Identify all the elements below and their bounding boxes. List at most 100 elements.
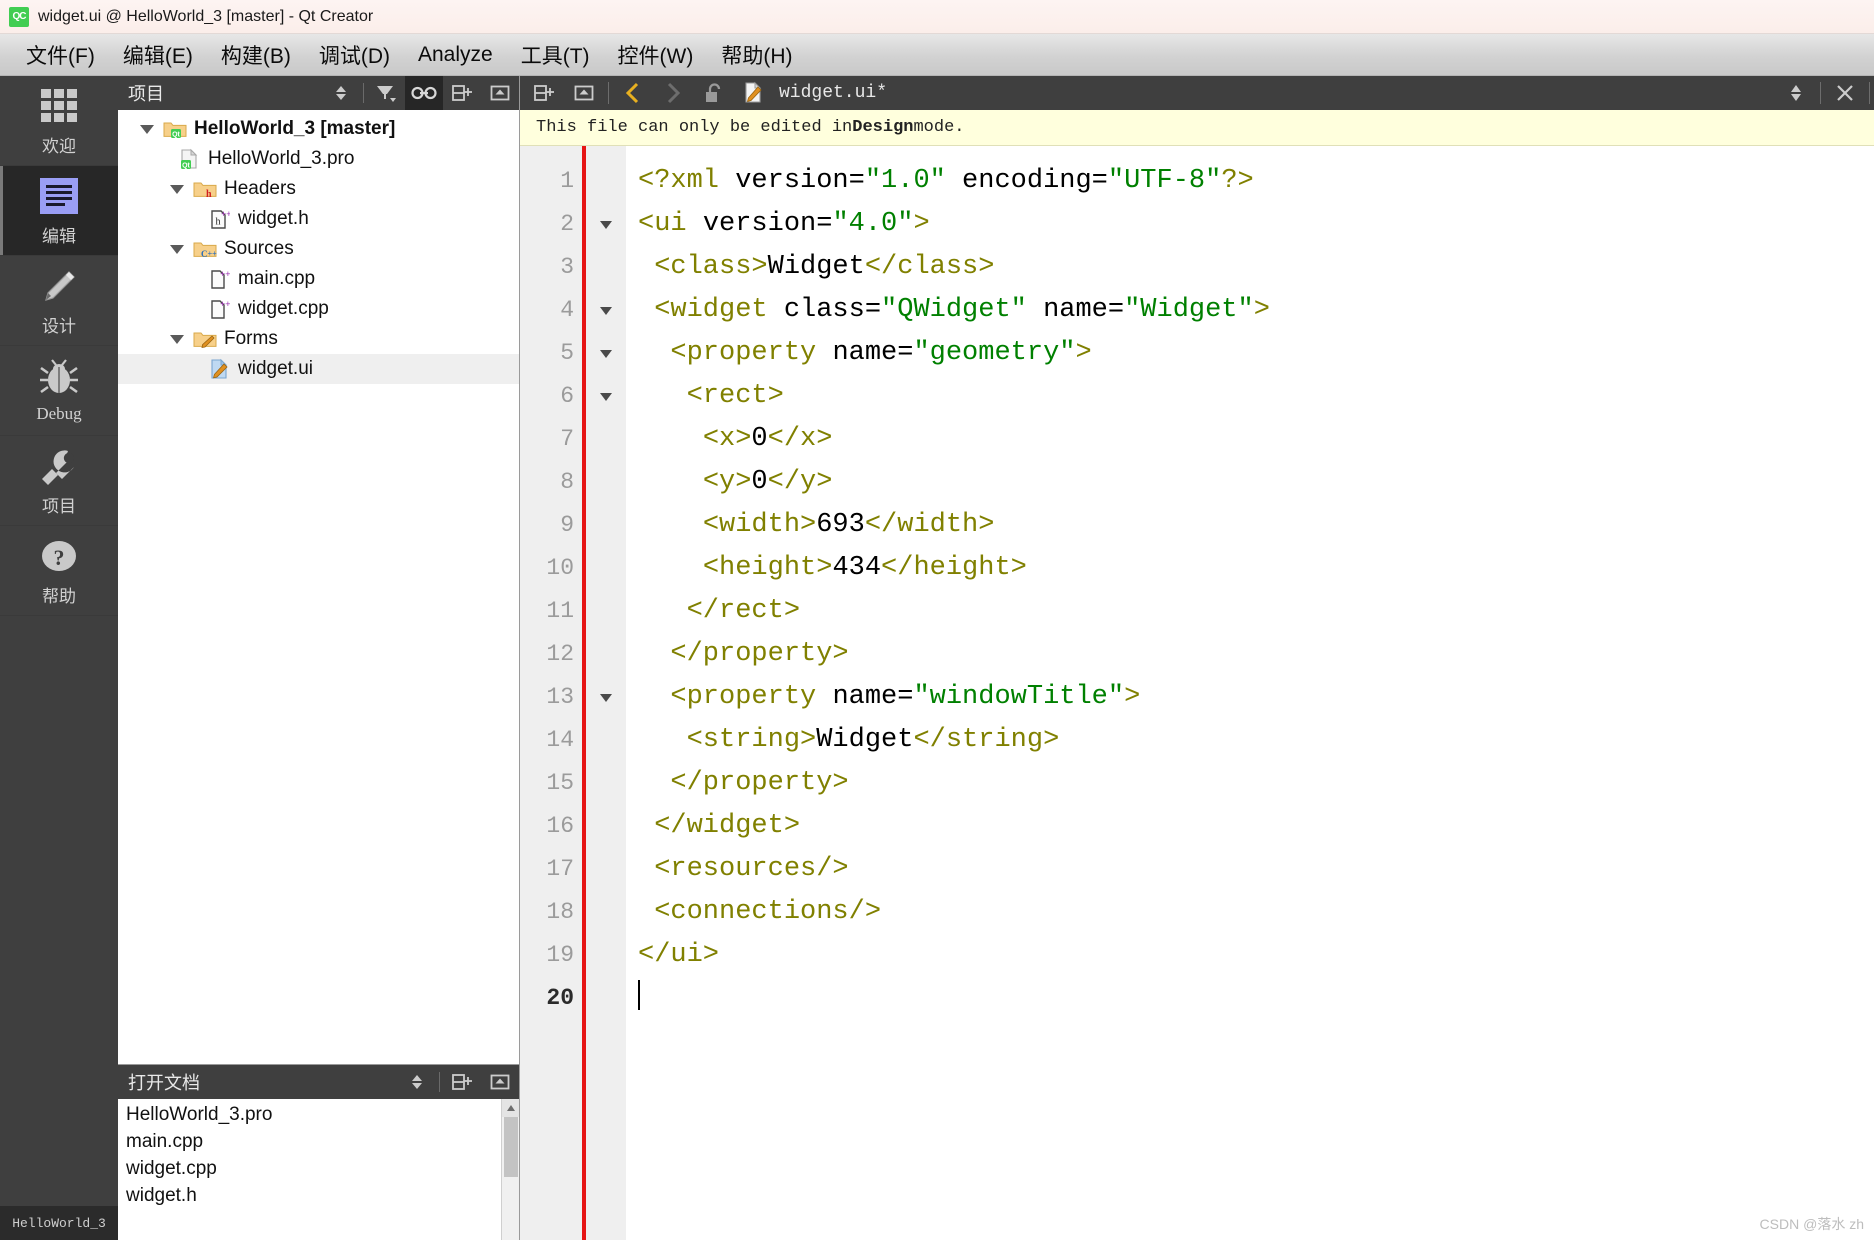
list-item[interactable]: widget.h bbox=[118, 1182, 519, 1209]
project-split-button[interactable] bbox=[443, 76, 481, 110]
h-file-icon: h ++ bbox=[206, 208, 232, 230]
line-number: 2 bbox=[560, 211, 574, 237]
list-item[interactable]: widget.cpp bbox=[118, 1155, 519, 1182]
toolbar-divider bbox=[1869, 82, 1870, 104]
open-documents-scrollbar[interactable] bbox=[501, 1099, 519, 1240]
mode-button-welcome[interactable]: 欢迎 bbox=[0, 76, 118, 166]
code-line: <class>Widget</class> bbox=[654, 252, 995, 282]
code-folding-column[interactable] bbox=[586, 146, 626, 1240]
menu-item-analyze[interactable]: Analyze bbox=[404, 40, 507, 70]
tree-item-widget-ui[interactable]: widget.ui bbox=[118, 354, 519, 384]
mode-label-edit: 编辑 bbox=[42, 226, 76, 246]
lock-toggle-button[interactable] bbox=[693, 76, 733, 110]
editor-tab-label[interactable]: widget.ui* bbox=[779, 83, 887, 103]
open-documents-sort-button[interactable] bbox=[398, 1065, 436, 1099]
fold-marker-icon[interactable] bbox=[586, 332, 626, 375]
mode-button-design[interactable]: 设计 bbox=[0, 256, 118, 346]
code-text-content[interactable]: <?xml version="1.0" encoding="UTF-8"?> <u… bbox=[626, 146, 1874, 1240]
qt-creator-logo-icon: QC bbox=[9, 6, 29, 27]
toolbar-divider bbox=[363, 83, 364, 103]
expand-caret-icon[interactable] bbox=[162, 334, 192, 344]
tree-item-widget-h[interactable]: h ++ widget.h bbox=[118, 204, 519, 234]
expand-caret-icon[interactable] bbox=[132, 124, 162, 134]
menu-item-edit[interactable]: 编辑(E) bbox=[109, 37, 207, 73]
main-content-area: 欢迎 编辑 设计 Debug 项目 ? 帮助 HelloWorld_3 项目 Q… bbox=[0, 76, 1874, 1240]
cpp-folder-icon: C ++ bbox=[192, 239, 218, 259]
open-documents-split-button[interactable] bbox=[443, 1065, 481, 1099]
mode-label-design: 设计 bbox=[42, 316, 76, 336]
fold-marker-icon[interactable] bbox=[586, 203, 626, 246]
svg-text:++: ++ bbox=[208, 249, 218, 258]
list-item[interactable]: HelloWorld_3.pro bbox=[118, 1101, 519, 1128]
code-editor[interactable]: 1 2 3 4 5 6 7 8 9 10 11 12 13 14 15 16 17 18 19 20 <?xml ve… bbox=[520, 146, 1874, 1240]
left-dock-panel: 项目 Qt HelloWorld_3 [master] Qt HelloWorl… bbox=[118, 76, 520, 1240]
chevron-right-icon bbox=[667, 82, 681, 104]
fold-marker-icon[interactable] bbox=[586, 375, 626, 418]
project-filter-button[interactable] bbox=[367, 76, 405, 110]
split-add-icon bbox=[452, 85, 472, 101]
editor-maximize-button[interactable] bbox=[564, 76, 604, 110]
tree-item-headers-folder[interactable]: h Headers bbox=[118, 174, 519, 204]
mode-button-edit[interactable]: 编辑 bbox=[0, 166, 118, 256]
close-document-button[interactable] bbox=[1825, 76, 1865, 110]
expand-caret-icon[interactable] bbox=[162, 244, 192, 254]
line-number: 17 bbox=[546, 856, 574, 882]
line-number: 15 bbox=[546, 770, 574, 796]
menu-item-build[interactable]: 构建(B) bbox=[207, 37, 305, 73]
fold-marker-icon[interactable] bbox=[586, 289, 626, 332]
project-view-dropdown-button[interactable] bbox=[322, 76, 360, 110]
fold-marker-icon[interactable] bbox=[586, 676, 626, 719]
menu-item-widgets[interactable]: 控件(W) bbox=[604, 37, 708, 73]
document-list-dropdown-button[interactable] bbox=[1776, 76, 1816, 110]
editor-area: widget.ui* This file can only be edited … bbox=[520, 76, 1874, 1240]
mode-button-projects[interactable]: 项目 bbox=[0, 436, 118, 526]
navigate-back-button[interactable] bbox=[613, 76, 653, 110]
code-line bbox=[638, 977, 1874, 1020]
project-maximize-button[interactable] bbox=[481, 76, 519, 110]
scroll-up-icon[interactable] bbox=[502, 1099, 519, 1117]
editor-info-bar: This file can only be edited in Design m… bbox=[520, 110, 1874, 146]
menu-item-file[interactable]: 文件(F) bbox=[12, 37, 109, 73]
line-number: 8 bbox=[560, 469, 574, 495]
pencil-icon bbox=[37, 265, 81, 307]
editor-split-button[interactable] bbox=[524, 76, 564, 110]
tree-item-main-cpp[interactable]: ++ main.cpp bbox=[118, 264, 519, 294]
tree-item-sources-folder[interactable]: C ++ Sources bbox=[118, 234, 519, 264]
fold-marker-empty bbox=[586, 160, 626, 203]
window-title-bar: QC widget.ui @ HelloWorld_3 [master] - Q… bbox=[0, 0, 1874, 34]
tree-item-forms-folder[interactable]: Forms bbox=[118, 324, 519, 354]
tree-item-pro-file[interactable]: Qt HelloWorld_3.pro bbox=[118, 144, 519, 174]
project-tree[interactable]: Qt HelloWorld_3 [master] Qt HelloWorld_3… bbox=[118, 110, 519, 1064]
menu-item-help[interactable]: 帮助(H) bbox=[707, 37, 806, 73]
up-down-arrows-icon bbox=[336, 86, 346, 100]
link-icon bbox=[411, 86, 437, 100]
open-documents-list[interactable]: HelloWorld_3.pro main.cpp widget.cpp wid… bbox=[118, 1099, 519, 1240]
ui-folder-icon bbox=[192, 329, 218, 349]
mode-button-help[interactable]: ? 帮助 bbox=[0, 526, 118, 616]
svg-text:Qt: Qt bbox=[182, 162, 190, 169]
navigate-forward-button[interactable] bbox=[653, 76, 693, 110]
scrollbar-thumb[interactable] bbox=[504, 1117, 518, 1177]
cpp-file-icon: ++ bbox=[206, 298, 232, 320]
tree-item-label: widget.cpp bbox=[238, 298, 329, 319]
open-documents-maximize-button[interactable] bbox=[481, 1065, 519, 1099]
line-number: 3 bbox=[560, 254, 574, 280]
list-item[interactable]: main.cpp bbox=[118, 1128, 519, 1155]
text-cursor bbox=[638, 980, 640, 1010]
active-project-label: HelloWorld_3 bbox=[0, 1206, 118, 1240]
info-bar-suffix: mode. bbox=[913, 118, 965, 137]
maximize-icon bbox=[574, 85, 594, 101]
menu-item-tools[interactable]: 工具(T) bbox=[507, 37, 604, 73]
line-number: 5 bbox=[560, 340, 574, 366]
line-number: 18 bbox=[546, 899, 574, 925]
link-with-editor-button[interactable] bbox=[405, 76, 443, 110]
expand-caret-icon[interactable] bbox=[162, 184, 192, 194]
code-line: <resources/> bbox=[654, 854, 849, 884]
menu-item-debug[interactable]: 调试(D) bbox=[305, 37, 404, 73]
code-line: <property name="geometry"> bbox=[670, 338, 1092, 368]
mode-button-debug[interactable]: Debug bbox=[0, 346, 118, 436]
tree-item-project-root[interactable]: Qt HelloWorld_3 [master] bbox=[118, 114, 519, 144]
funnel-icon bbox=[377, 86, 396, 102]
split-add-icon bbox=[534, 85, 554, 101]
tree-item-widget-cpp[interactable]: ++ widget.cpp bbox=[118, 294, 519, 324]
